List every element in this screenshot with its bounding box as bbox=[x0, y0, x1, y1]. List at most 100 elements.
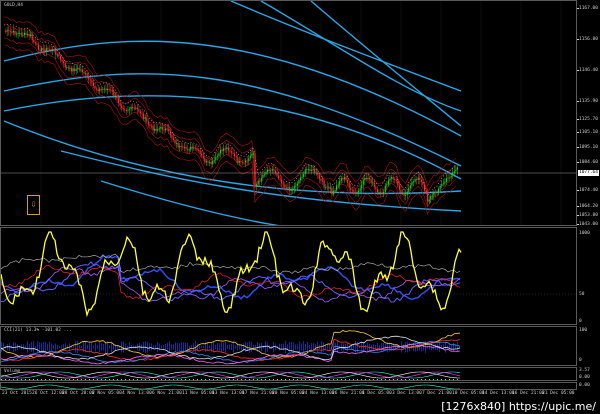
histogram-bar bbox=[213, 341, 214, 353]
candle-body bbox=[125, 110, 127, 111]
volume-bar bbox=[173, 379, 174, 380]
volume-bar bbox=[101, 379, 102, 380]
candle-body bbox=[215, 157, 217, 161]
volume-bar bbox=[13, 379, 14, 380]
candle-body bbox=[22, 34, 24, 36]
volume-bar bbox=[137, 379, 138, 380]
histogram-bar bbox=[157, 341, 158, 353]
oscillator-pane-1[interactable] bbox=[0, 227, 577, 325]
candle-body bbox=[224, 148, 226, 150]
time-axis[interactable]: 23 Oct 2015 26 Oct 12:00 28 Oct 20:00 2 Nov… bbox=[0, 390, 577, 400]
candle-body bbox=[441, 184, 443, 187]
time-tick: 11 Nov 05:00 bbox=[182, 391, 215, 396]
candle-body bbox=[207, 161, 209, 163]
time-tick: 13 Nov 13:00 bbox=[212, 391, 245, 396]
candle-body bbox=[201, 153, 203, 156]
candle-body bbox=[245, 160, 247, 163]
candle-body bbox=[179, 146, 181, 148]
candle-body bbox=[59, 56, 62, 60]
histogram-bar bbox=[1, 342, 2, 352]
candle-body bbox=[259, 180, 261, 182]
candle-body bbox=[390, 177, 393, 179]
candle-body bbox=[66, 67, 68, 69]
candle-body bbox=[75, 68, 77, 71]
candle-body bbox=[401, 192, 404, 194]
candle-body bbox=[64, 63, 66, 68]
candle-body bbox=[14, 30, 16, 35]
histogram-bar bbox=[23, 344, 24, 350]
osc1-tick: 50 bbox=[579, 292, 585, 297]
candle-body bbox=[292, 188, 294, 190]
histogram-bar bbox=[67, 345, 68, 349]
price-tick: 1125.70 bbox=[579, 117, 598, 122]
candle-body bbox=[417, 177, 419, 180]
candle-body bbox=[44, 49, 46, 52]
candle-body bbox=[378, 191, 380, 193]
candle-body bbox=[141, 113, 143, 115]
envelope-line bbox=[3, 120, 462, 195]
candle-body bbox=[353, 190, 355, 193]
sell-arrow-icon[interactable]: ⇩ bbox=[27, 195, 40, 215]
volume-bar bbox=[77, 379, 78, 380]
volume-bar bbox=[341, 379, 342, 380]
candle-body bbox=[406, 191, 408, 195]
oscillator-3-label: Volume bbox=[4, 369, 21, 374]
volume-bar bbox=[405, 379, 406, 380]
candle-body bbox=[273, 169, 275, 171]
candle-body bbox=[227, 147, 229, 151]
histogram-bar bbox=[419, 343, 420, 351]
volume-bar bbox=[133, 379, 134, 380]
candle-body bbox=[230, 151, 233, 153]
candle-body bbox=[279, 178, 281, 180]
candle-body bbox=[285, 187, 288, 189]
candle-body bbox=[248, 158, 250, 162]
candle-body bbox=[351, 189, 353, 191]
candle-body bbox=[163, 129, 165, 131]
candle-body bbox=[117, 98, 120, 104]
histogram-bar bbox=[285, 341, 286, 353]
candle-body bbox=[307, 169, 309, 170]
candle-body bbox=[455, 169, 457, 172]
candle-body bbox=[193, 147, 195, 149]
volume-bar bbox=[305, 379, 306, 380]
histogram-bar bbox=[219, 343, 220, 351]
candle-body bbox=[309, 169, 311, 171]
histogram-bar bbox=[457, 341, 458, 353]
volume-bar bbox=[357, 379, 358, 380]
candle-body bbox=[108, 88, 110, 90]
price-axis[interactable]: 1167.00 1156.80 1146.40 1135.90 1125.70 … bbox=[577, 0, 600, 390]
histogram-bar bbox=[231, 343, 232, 351]
candle-body bbox=[430, 196, 432, 200]
candle-body bbox=[303, 174, 305, 177]
price-tick: 1053.80 bbox=[579, 213, 598, 218]
candle-body bbox=[61, 59, 63, 62]
candle-body bbox=[256, 184, 258, 187]
time-tick: 16 Dec 21:00 bbox=[512, 391, 545, 396]
oscillator-pane-3[interactable]: Volume bbox=[0, 367, 577, 381]
price-chart-canvas[interactable] bbox=[1, 1, 577, 226]
histogram-bar bbox=[79, 345, 80, 349]
oscillator-pane-4[interactable] bbox=[0, 382, 577, 390]
candle-body bbox=[177, 142, 179, 148]
oscillator-pane-2[interactable]: CCI(21) 13.3% -101.02 ... bbox=[0, 326, 577, 366]
candle-body bbox=[150, 125, 153, 127]
histogram-bar bbox=[421, 342, 422, 352]
histogram-bar bbox=[55, 343, 56, 351]
candle-body bbox=[158, 128, 160, 130]
price-tick: 1074.40 bbox=[579, 188, 598, 193]
candle-body bbox=[25, 32, 27, 35]
candle-body bbox=[299, 177, 302, 181]
candle-body bbox=[270, 170, 272, 172]
candle-body bbox=[168, 128, 170, 132]
candle-body bbox=[37, 44, 40, 50]
histogram-bar bbox=[87, 344, 88, 350]
volume-bar bbox=[361, 379, 362, 380]
candle-body bbox=[84, 73, 87, 75]
price-chart-pane[interactable]: GOLD,H4 ⇩ bbox=[0, 0, 577, 226]
volume-bar bbox=[241, 379, 242, 380]
candle-body bbox=[165, 128, 167, 131]
volume-bar bbox=[409, 379, 410, 380]
moving-average-line bbox=[3, 24, 457, 197]
candle-body bbox=[408, 187, 410, 192]
histogram-bar bbox=[229, 344, 230, 350]
